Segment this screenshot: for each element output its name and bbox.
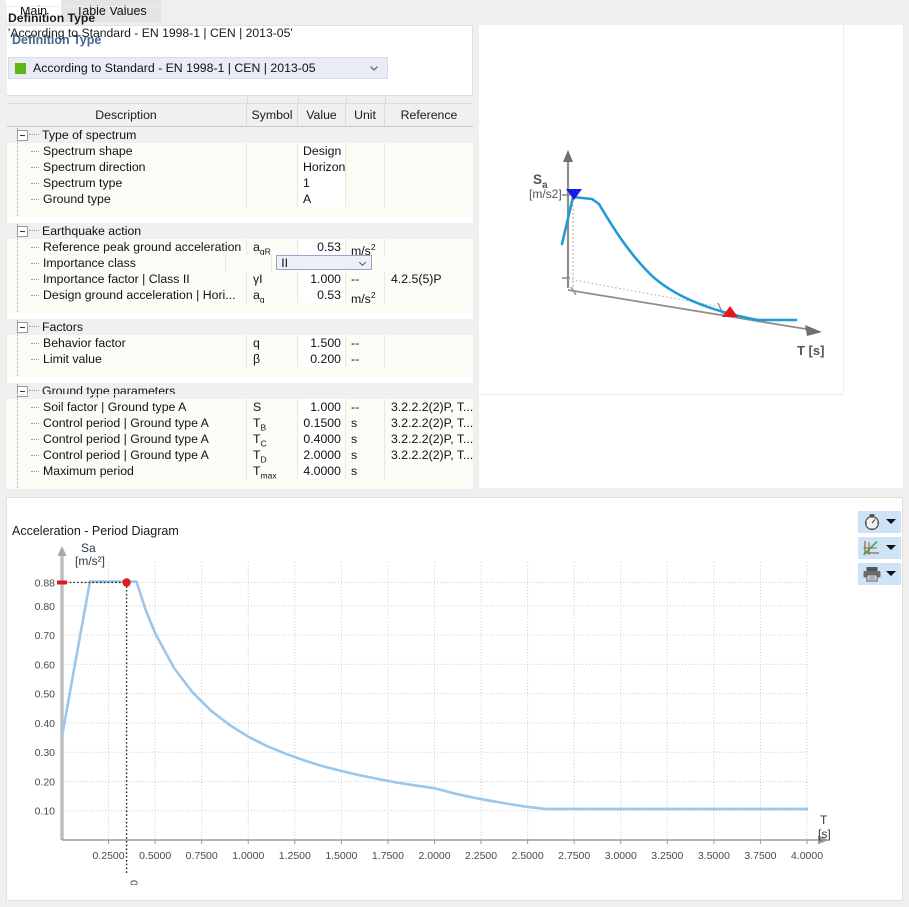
y-axis-unit: [m/s²] (75, 554, 105, 568)
x-axis-tick-label: 2.5000 (512, 850, 544, 862)
x-axis-tick-label: 1.5000 (325, 850, 357, 862)
y-axis-tick-label: 0.70 (35, 630, 56, 642)
x-axis-tick-label: 2.7500 (558, 850, 590, 862)
row-symbol: S (247, 399, 298, 415)
row-reference (385, 463, 473, 479)
row-symbol: TC (247, 431, 298, 447)
x-axis-tick-label: 2.0000 (418, 850, 450, 862)
table-row[interactable]: Maximum period Tmax 4.0000 s (6, 463, 473, 479)
row-value[interactable]: 2.0000 (298, 447, 346, 463)
marker-x-annotation: 0.3467 (128, 880, 140, 885)
table-row[interactable]: Control period | Ground type A TC 0.4000… (6, 431, 473, 447)
tree-guide (17, 384, 19, 488)
x-axis-tick-label: 0.2500 (93, 850, 125, 862)
row-reference: 3.2.2.2(2)P, T... (391, 448, 473, 462)
table-row[interactable]: Soil factor | Ground type A S 1.000 -- 3… (6, 399, 473, 415)
y-axis-tick-label: 0.30 (35, 747, 56, 759)
x-axis-tick-label: 1.7500 (372, 850, 404, 862)
row-unit: s (346, 463, 385, 479)
acceleration-period-chart[interactable]: 0.10 0.20 0.30 0.40 0.50 0.60 0.70 0.80 0.88 0.25… (14, 540, 839, 885)
time-settings-button[interactable] (858, 511, 901, 533)
printer-icon (863, 567, 881, 582)
group-spacer (6, 479, 473, 489)
x-axis-tick-label: 3.0000 (605, 850, 637, 862)
chart-title: Acceleration - Period Diagram (12, 524, 179, 538)
row-description: Control period | Ground type A (6, 447, 247, 463)
x-axis-tick-label: 4.0000 (791, 850, 823, 862)
row-symbol: TD (247, 447, 298, 463)
row-unit: s (346, 431, 385, 447)
row-value[interactable]: 1.000 (298, 399, 346, 415)
chevron-down-icon (886, 545, 896, 550)
row-unit: s (346, 415, 385, 431)
y-axis-tick-label: 0.88 (35, 577, 56, 589)
x-axis-tick-label: 3.2500 (651, 850, 683, 862)
y-axis-tick-label: 0.40 (35, 718, 56, 730)
x-axis-title: T (820, 813, 828, 827)
x-axis-tick-label: 1.2500 (279, 850, 311, 862)
x-axis-tick-label: 1.0000 (232, 850, 264, 862)
row-value[interactable]: 0.1500 (298, 415, 346, 431)
row-symbol: TB (247, 415, 298, 431)
row-unit: s (346, 447, 385, 463)
row-value[interactable]: 0.4000 (298, 431, 346, 447)
table-row[interactable]: Control period | Ground type A TD 2.0000… (6, 447, 473, 463)
y-axis-tick-label: 0.10 (35, 806, 56, 818)
x-axis-unit: [s] (818, 827, 831, 841)
row-description: Maximum period (6, 463, 247, 479)
row-symbol: Tmax (247, 463, 298, 479)
x-axis-tick-label: 0.7500 (186, 850, 218, 862)
x-axis-tick-label: 3.5000 (698, 850, 730, 862)
x-axis-tick-label: 2.2500 (465, 850, 497, 862)
table-row[interactable]: Control period | Ground type A TB 0.1500… (6, 415, 473, 431)
axes-chart-icon (862, 540, 879, 556)
row-unit: -- (346, 399, 385, 415)
row-description: Control period | Ground type A (6, 431, 247, 447)
peak-marker-point (122, 578, 131, 587)
row-value[interactable]: 4.0000 (298, 463, 346, 479)
chart-frame (6, 6, 844, 395)
y-axis-title: Sa (81, 541, 96, 555)
row-reference: 3.2.2.2(2)P, T... (391, 416, 473, 430)
y-axis-tick-label: 0.20 (35, 776, 56, 788)
print-button[interactable] (858, 563, 901, 585)
y-axis-tick-label: 0.60 (35, 659, 56, 671)
chevron-down-icon (886, 571, 896, 576)
row-description: Soil factor | Ground type A (6, 399, 247, 415)
x-axis-tick-label: 0.5000 (139, 850, 171, 862)
spectrum-curve (60, 580, 809, 811)
row-description: Control period | Ground type A (6, 415, 247, 431)
y-axis-tick-label: 0.80 (35, 601, 56, 613)
chart-display-button[interactable] (858, 537, 901, 559)
chevron-down-icon (886, 519, 896, 524)
row-reference: 3.2.2.2(2)P, T... (391, 400, 473, 414)
x-axis-tick-label: 3.7500 (744, 850, 776, 862)
row-reference: 3.2.2.2(2)P, T... (391, 432, 473, 446)
stopwatch-icon (864, 514, 880, 531)
y-axis-tick-label: 0.50 (35, 689, 56, 701)
